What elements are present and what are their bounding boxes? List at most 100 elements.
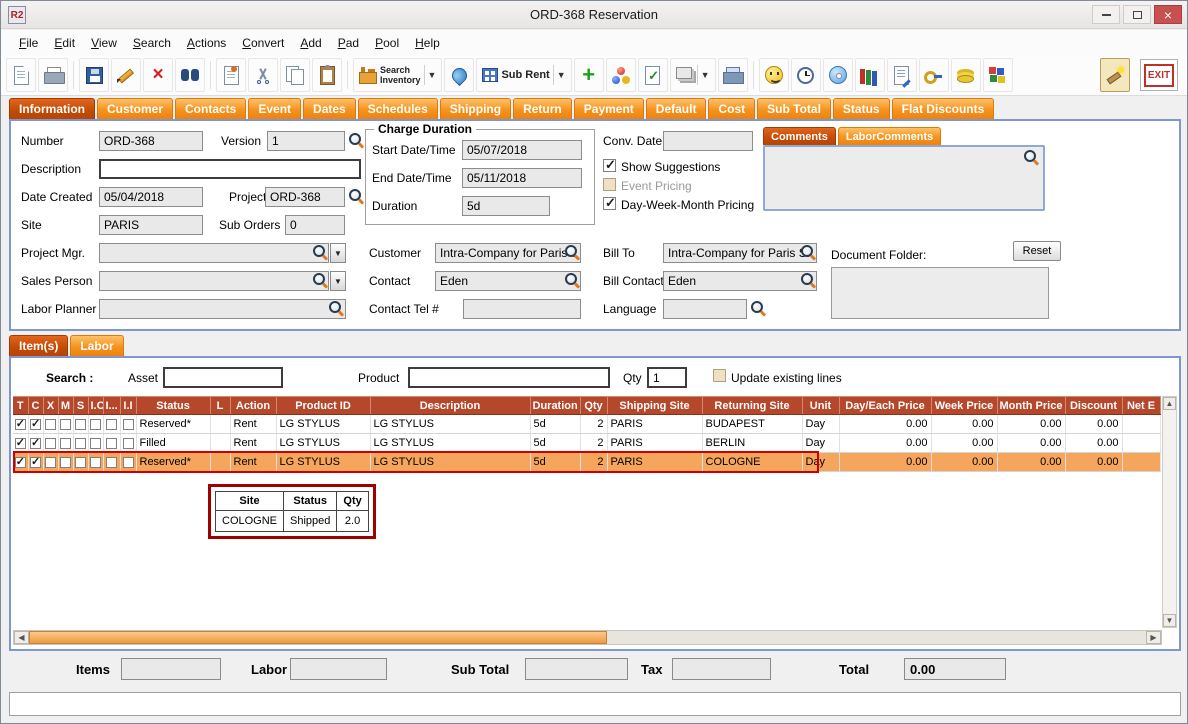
save-button[interactable]: [79, 58, 109, 92]
row-checkbox[interactable]: [30, 419, 41, 430]
day-each-price-cell[interactable]: 0.00: [839, 453, 931, 472]
column-header[interactable]: I.I: [120, 397, 136, 415]
scroll-down-button[interactable]: ▼: [1163, 614, 1176, 627]
bill-contact-search-icon[interactable]: [801, 273, 816, 288]
tab-comments[interactable]: Comments: [763, 127, 836, 145]
tab-default[interactable]: Default: [646, 98, 707, 119]
row-checkbox[interactable]: [90, 457, 101, 468]
returning-site-cell[interactable]: COLOGNE: [702, 453, 802, 472]
duration-cell[interactable]: 5d: [530, 434, 580, 453]
week-price-cell[interactable]: 0.00: [931, 434, 997, 453]
grid-cell[interactable]: [73, 453, 88, 472]
day-each-price-cell[interactable]: 0.00: [839, 415, 931, 434]
cut-button[interactable]: [248, 58, 278, 92]
item-row[interactable]: Filled Rent LG STYLUS LG STYLUS 5d 2 PAR…: [13, 434, 1160, 453]
grid-cell[interactable]: [88, 415, 103, 434]
horizontal-scrollbar[interactable]: ◀ ▶: [13, 630, 1162, 645]
grid-cell[interactable]: [73, 415, 88, 434]
customer-field[interactable]: [435, 243, 581, 263]
labor-planner-field[interactable]: [99, 299, 346, 319]
pool-drop-button[interactable]: [444, 58, 474, 92]
tab-cost[interactable]: Cost: [708, 98, 755, 119]
vertical-scrollbar[interactable]: ▲ ▼: [1162, 396, 1177, 628]
grid-cell[interactable]: [88, 453, 103, 472]
tab-labor[interactable]: Labor: [70, 335, 123, 356]
grid-cell[interactable]: [43, 434, 58, 453]
description-field[interactable]: [99, 159, 361, 179]
row-checkbox[interactable]: [106, 438, 117, 449]
minimize-button[interactable]: [1092, 5, 1120, 24]
status-cell[interactable]: Reserved*: [136, 415, 210, 434]
column-header[interactable]: Action: [230, 397, 276, 415]
grid-cell[interactable]: [28, 434, 43, 453]
shipping-site-cell[interactable]: PARIS: [607, 415, 702, 434]
contact-search-icon[interactable]: [565, 273, 580, 288]
event-pricing-checkbox[interactable]: [603, 178, 616, 191]
net-cell[interactable]: [1122, 453, 1160, 472]
returning-site-cell[interactable]: BUDAPEST: [702, 415, 802, 434]
column-header[interactable]: Shipping Site: [607, 397, 702, 415]
exit-button[interactable]: EXIT: [1140, 59, 1178, 91]
column-header[interactable]: S: [73, 397, 88, 415]
search-inventory-button[interactable]: SearchInventory ▼: [353, 58, 442, 92]
column-header[interactable]: M: [58, 397, 73, 415]
pool-balls-button[interactable]: [606, 58, 636, 92]
feedback-button[interactable]: [759, 58, 789, 92]
scroll-up-button[interactable]: ▲: [1163, 397, 1176, 410]
week-price-cell[interactable]: 0.00: [931, 415, 997, 434]
row-checkbox[interactable]: [90, 419, 101, 430]
cut-document-button[interactable]: [216, 58, 246, 92]
grid-cell[interactable]: [120, 415, 136, 434]
grid-cell[interactable]: [120, 453, 136, 472]
l-cell[interactable]: [210, 434, 230, 453]
project-mgr-dropdown-button[interactable]: ▼: [330, 243, 346, 263]
column-header[interactable]: X: [43, 397, 58, 415]
column-header[interactable]: Qty: [580, 397, 607, 415]
bill-to-field[interactable]: [663, 243, 817, 263]
returning-site-cell[interactable]: BERLIN: [702, 434, 802, 453]
tab-payment[interactable]: Payment: [574, 98, 644, 119]
menu-edit[interactable]: Edit: [46, 33, 83, 53]
month-price-cell[interactable]: 0.00: [997, 453, 1065, 472]
grid-cell[interactable]: [43, 415, 58, 434]
qty-cell[interactable]: 2: [580, 415, 607, 434]
grid-cell[interactable]: [28, 415, 43, 434]
catalog-button[interactable]: [855, 58, 885, 92]
grid-cell[interactable]: [43, 453, 58, 472]
item-row-selected[interactable]: Reserved* Rent LG STYLUS LG STYLUS 5d 2 …: [13, 453, 1160, 472]
row-checkbox[interactable]: [15, 438, 26, 449]
copy-button[interactable]: [280, 58, 310, 92]
tab-flat-discounts[interactable]: Flat Discounts: [892, 98, 995, 119]
row-checkbox[interactable]: [15, 419, 26, 430]
column-header[interactable]: T: [13, 397, 28, 415]
l-cell[interactable]: [210, 415, 230, 434]
menu-view[interactable]: View: [83, 33, 125, 53]
chevron-down-icon[interactable]: ▼: [553, 65, 566, 85]
tab-customer[interactable]: Customer: [97, 98, 173, 119]
comments-search-icon[interactable]: [1024, 150, 1039, 165]
grid-cell[interactable]: [103, 453, 120, 472]
grid-cell[interactable]: [120, 434, 136, 453]
language-search-icon[interactable]: [751, 301, 766, 316]
row-checkbox[interactable]: [45, 438, 56, 449]
number-field[interactable]: [99, 131, 203, 151]
row-checkbox[interactable]: [15, 457, 26, 468]
batch-print-button[interactable]: [718, 58, 748, 92]
month-price-cell[interactable]: 0.00: [997, 434, 1065, 453]
language-field[interactable]: [663, 299, 747, 319]
month-price-cell[interactable]: 0.00: [997, 415, 1065, 434]
column-header[interactable]: Week Price: [931, 397, 997, 415]
delete-button[interactable]: ×: [143, 58, 173, 92]
close-button[interactable]: ×: [1154, 5, 1182, 24]
column-header[interactable]: C: [28, 397, 43, 415]
grid-cell[interactable]: [13, 415, 28, 434]
grid-cell[interactable]: [88, 434, 103, 453]
column-header[interactable]: I.C: [88, 397, 103, 415]
action-cell[interactable]: Rent: [230, 453, 276, 472]
comments-textarea[interactable]: [763, 145, 1045, 211]
tab-return[interactable]: Return: [513, 98, 572, 119]
menu-pad[interactable]: Pad: [330, 33, 367, 53]
column-header[interactable]: Product ID: [276, 397, 370, 415]
add-line-button[interactable]: +: [574, 58, 604, 92]
grid-cell[interactable]: [73, 434, 88, 453]
